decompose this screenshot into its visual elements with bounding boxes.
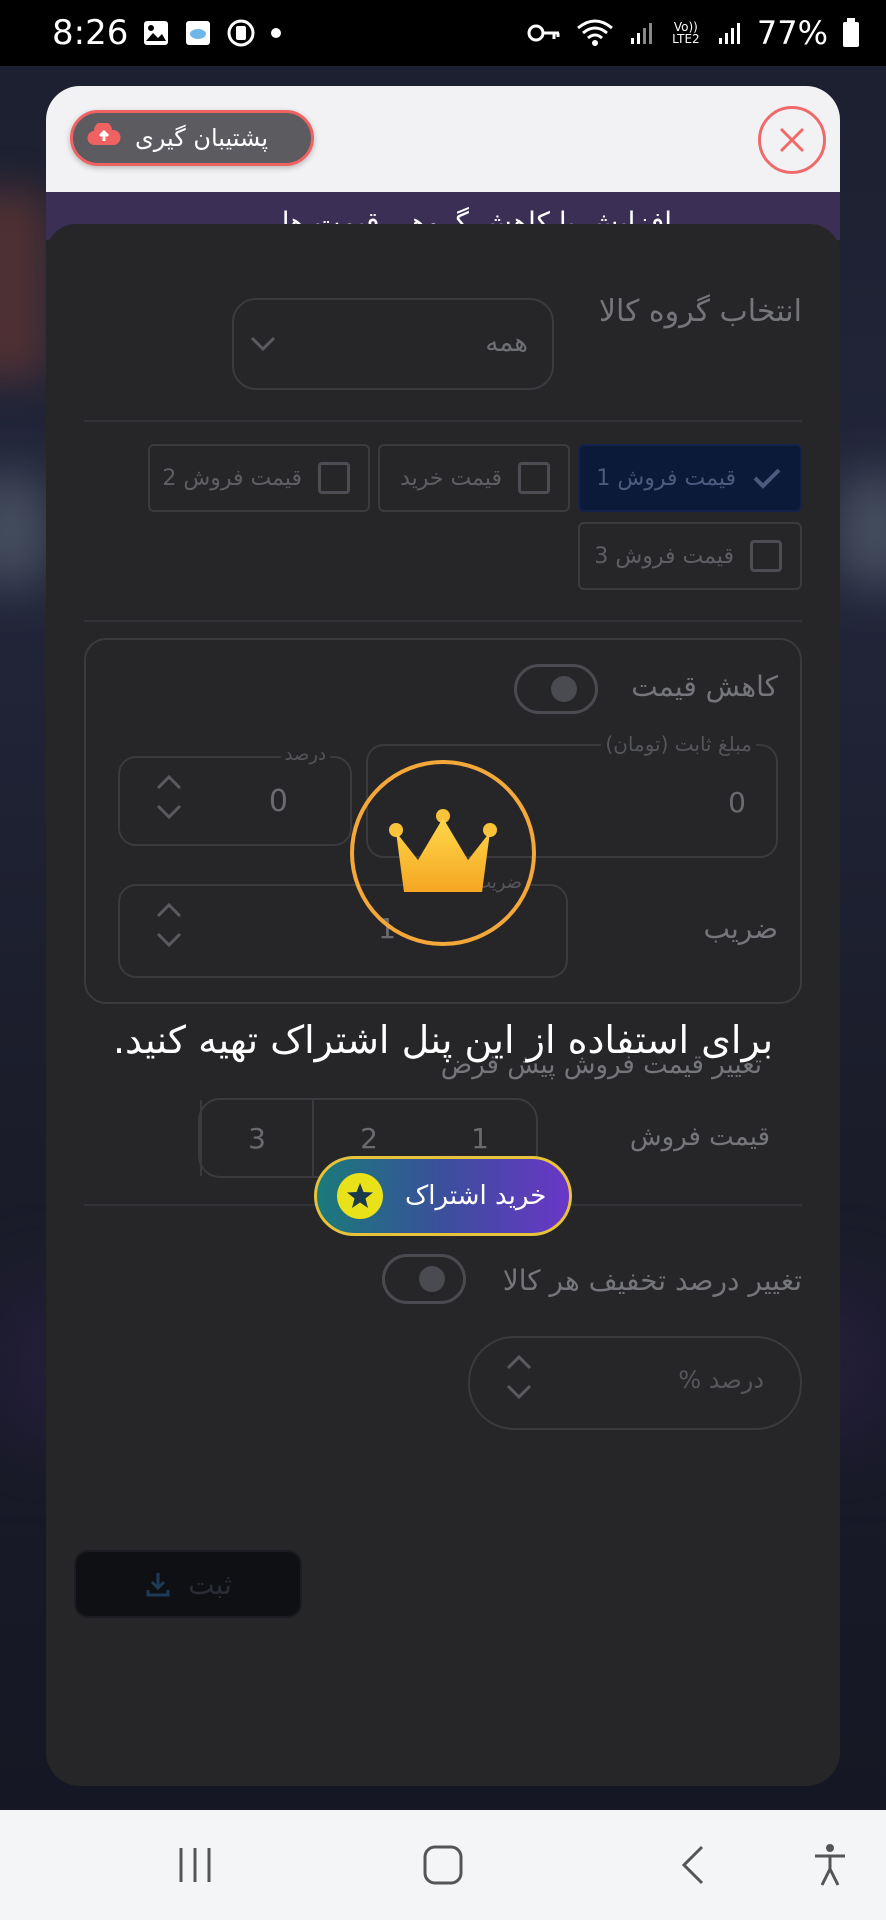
back-button[interactable]	[658, 1810, 728, 1920]
recent-apps-button[interactable]	[160, 1810, 230, 1920]
gallery-icon	[142, 19, 170, 47]
status-time: 8:26	[52, 13, 129, 53]
crown-icon	[389, 809, 497, 892]
fixed-amount-label: مبلغ ثابت (تومان)	[601, 732, 756, 756]
default-price-label: تغییر قیمت فروش پیش فرض	[440, 1050, 762, 1080]
notification-icon	[226, 18, 256, 48]
modal-body: انتخاب گروه کالا همه قیمت فروش 1 قیمت خر…	[46, 224, 840, 1786]
battery-icon	[842, 18, 860, 48]
submit-label: ثبت	[188, 1567, 232, 1601]
chevron-down-icon	[156, 804, 182, 820]
dot-icon	[270, 27, 282, 39]
wifi-icon	[575, 18, 615, 48]
close-button[interactable]	[758, 106, 826, 174]
discount-label: تغییر درصد تخفیف هر کالا	[502, 1264, 802, 1297]
battery-percent: 77%	[756, 14, 828, 52]
stepper[interactable]	[504, 1352, 534, 1402]
recent-apps-icon	[179, 1848, 211, 1882]
decrease-toggle[interactable]	[514, 664, 598, 714]
sale-price-label: قیمت فروش	[629, 1122, 770, 1152]
decrease-label: کاهش قیمت	[631, 670, 778, 703]
modal-header: پشتیبان گیری	[46, 86, 840, 192]
sale-option[interactable]: 3	[200, 1100, 312, 1176]
cloud-upload-icon	[87, 121, 121, 153]
divider	[84, 620, 802, 622]
home-icon	[423, 1845, 463, 1885]
accessibility-icon	[815, 1844, 845, 1886]
download-icon	[146, 1573, 170, 1597]
fixed-amount-value: 0	[728, 786, 746, 819]
percent-field[interactable]: درصد 0	[118, 744, 352, 846]
price-option-sale1[interactable]: قیمت فروش 1	[578, 444, 802, 512]
background-blur	[836, 470, 886, 590]
check-icon	[753, 468, 781, 489]
price-option-label: قیمت فروش 1	[596, 465, 736, 491]
group-label: انتخاب گروه کالا	[598, 294, 802, 329]
crown-badge	[350, 760, 536, 946]
group-select[interactable]: همه	[232, 298, 554, 390]
stepper[interactable]	[154, 772, 184, 822]
chevron-up-icon	[156, 902, 182, 918]
discount-toggle[interactable]	[382, 1254, 466, 1304]
accessibility-button[interactable]	[800, 1810, 860, 1920]
key-icon	[527, 22, 561, 44]
chevron-down-icon	[506, 1384, 532, 1400]
lte-icon: Vo)) LTE2	[669, 21, 703, 45]
price-option-purchase[interactable]: قیمت خرید	[378, 444, 570, 512]
stepper[interactable]	[154, 900, 184, 950]
percent-label: درصد	[280, 744, 330, 765]
network-label: Vo)) LTE2	[672, 20, 700, 46]
chevron-up-icon	[506, 1354, 532, 1370]
signal-icon	[629, 20, 655, 46]
price-option-label: قیمت فروش 3	[594, 543, 734, 569]
home-button[interactable]	[408, 1810, 478, 1920]
price-option-label: قیمت خرید	[400, 465, 502, 491]
buy-subscription-label: خرید اشتراک	[405, 1181, 547, 1211]
group-value: همه	[485, 328, 528, 358]
background-blur	[0, 470, 50, 590]
checkbox	[750, 540, 782, 572]
submit-button[interactable]: ثبت	[74, 1550, 302, 1618]
star-icon	[337, 1173, 383, 1219]
multiplier-label: ضریب	[703, 912, 778, 945]
price-option-sale2[interactable]: قیمت فروش 2	[148, 444, 370, 512]
status-bar: 8:26 Vo)) LTE2 77%	[0, 0, 886, 66]
background-blur	[0, 190, 50, 380]
checkbox	[518, 462, 550, 494]
discount-percent-field[interactable]: درصد %	[468, 1336, 802, 1430]
price-form: انتخاب گروه کالا همه قیمت فروش 1 قیمت خر…	[46, 224, 840, 1786]
close-icon	[779, 127, 805, 153]
checkbox	[318, 462, 350, 494]
chevron-down-icon	[250, 336, 276, 352]
buy-subscription-button[interactable]: خرید اشتراک	[314, 1156, 572, 1236]
signal-icon	[717, 20, 743, 46]
weather-icon	[184, 19, 212, 47]
chevron-up-icon	[156, 774, 182, 790]
percent-value: 0	[268, 784, 288, 819]
backup-button[interactable]: پشتیبان گیری	[70, 110, 314, 166]
backup-label: پشتیبان گیری	[135, 124, 269, 152]
discount-placeholder: درصد %	[678, 1366, 764, 1394]
price-option-sale3[interactable]: قیمت فروش 3	[578, 522, 802, 590]
chevron-down-icon	[156, 932, 182, 948]
divider	[84, 420, 802, 422]
back-icon	[681, 1845, 704, 1885]
navigation-bar	[0, 1810, 886, 1920]
price-option-label: قیمت فروش 2	[162, 465, 302, 491]
